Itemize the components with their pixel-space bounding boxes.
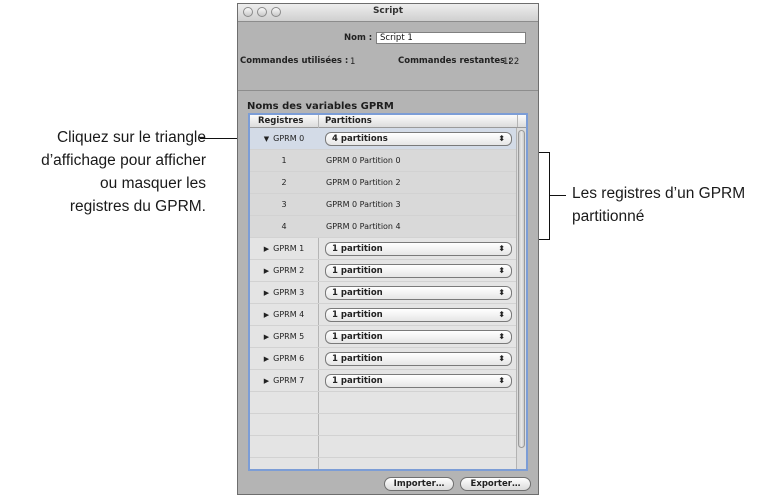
partition-number: 2 [281, 178, 287, 187]
used-commands-label: Commandes utilisées : [240, 56, 349, 66]
popup-arrows-icon: ⬍ [498, 310, 505, 319]
table-row[interactable]: ▶ GPRM 7 1 partition ⬍ [250, 370, 518, 392]
disclosure-triangle-open-icon[interactable]: ▼ [264, 135, 269, 143]
register-cell: ▼ GPRM 0 [250, 128, 318, 150]
callout-left-line: d’affichage pour afficher [41, 152, 206, 169]
partitions-popup-value: 1 partition [332, 310, 383, 320]
name-label: Nom : [344, 33, 373, 43]
disclosure-triangle-closed-icon[interactable]: ▶ [264, 333, 269, 341]
disclosure-triangle-closed-icon[interactable]: ▶ [264, 311, 269, 319]
column-divider [517, 115, 518, 127]
register-name: GPRM 5 [273, 332, 305, 341]
table-row-empty [250, 392, 518, 414]
scrollbar-thumb[interactable] [518, 130, 525, 448]
remaining-commands-label: Commandes restantes : [398, 56, 512, 66]
title-bar[interactable]: Script [238, 4, 538, 22]
partition-number: 1 [281, 156, 287, 165]
callout-left: Cliquez sur le triangle d’affichage pour… [0, 126, 206, 218]
callout-right-line: Les registres d’un GPRM [572, 185, 746, 202]
table-row[interactable]: ▶ GPRM 5 1 partition ⬍ [250, 326, 518, 348]
table-header: Registres Partitions [250, 115, 526, 128]
table-row-empty [250, 414, 518, 436]
register-cell: ▶ GPRM 5 [250, 326, 318, 348]
callout-left-line: ou masquer les [100, 175, 206, 192]
disclosure-triangle-closed-icon[interactable]: ▶ [264, 355, 269, 363]
register-name: GPRM 1 [273, 244, 305, 253]
partitions-popup-value: 1 partition [332, 354, 383, 364]
disclosure-triangle-closed-icon[interactable]: ▶ [264, 245, 269, 253]
partitions-popup-value: 1 partition [332, 244, 383, 254]
import-button[interactable]: Importer… [384, 477, 454, 491]
partitions-popup-value: 1 partition [332, 266, 383, 276]
partition-number: 4 [281, 222, 287, 231]
callout-right: Les registres d’un GPRM partitionné [572, 182, 777, 228]
callout-right-line: partitionné [572, 208, 645, 225]
partition-name[interactable]: GPRM 0 Partition 2 [326, 172, 401, 194]
register-name: GPRM 2 [273, 266, 305, 275]
table-row-empty [250, 436, 518, 458]
register-name: GPRM 6 [273, 354, 305, 363]
popup-arrows-icon: ⬍ [498, 354, 505, 363]
vertical-scrollbar[interactable] [516, 128, 526, 469]
partition-name[interactable]: GPRM 0 Partition 3 [326, 194, 401, 216]
popup-arrows-icon: ⬍ [498, 288, 505, 297]
popup-arrows-icon: ⬍ [498, 134, 505, 143]
popup-arrows-icon: ⬍ [498, 266, 505, 275]
name-field[interactable]: Script 1 [376, 32, 526, 44]
popup-arrows-icon: ⬍ [498, 376, 505, 385]
disclosure-triangle-closed-icon[interactable]: ▶ [264, 289, 269, 297]
used-commands-value: 1 [350, 57, 356, 67]
register-name: GPRM 3 [273, 288, 305, 297]
partitions-popup-value: 4 partitions [332, 134, 388, 144]
partitions-popup[interactable]: 1 partition ⬍ [325, 242, 512, 256]
table-row[interactable]: ▶ GPRM 1 1 partition ⬍ [250, 238, 518, 260]
partitions-popup-value: 1 partition [332, 288, 383, 298]
register-name: GPRM 4 [273, 310, 305, 319]
partitions-popup[interactable]: 4 partitions ⬍ [325, 132, 512, 146]
disclosure-triangle-closed-icon[interactable]: ▶ [264, 377, 269, 385]
remaining-commands-value: 122 [503, 57, 520, 67]
partitions-popup[interactable]: 1 partition ⬍ [325, 352, 512, 366]
popup-arrows-icon: ⬍ [498, 244, 505, 253]
divider [238, 90, 538, 91]
table-row-partition[interactable]: 3 GPRM 0 Partition 3 [250, 194, 518, 216]
section-title: Noms des variables GPRM [247, 101, 394, 112]
table-row-partition[interactable]: 1 GPRM 0 Partition 0 [250, 150, 518, 172]
register-cell: ▶ GPRM 1 [250, 238, 318, 260]
partition-number: 3 [281, 200, 287, 209]
register-cell: ▶ GPRM 4 [250, 304, 318, 326]
gprm-table[interactable]: Registres Partitions ▼ GPRM 0 4 partition… [248, 113, 528, 471]
register-cell: ▶ GPRM 7 [250, 370, 318, 392]
table-row[interactable]: ▶ GPRM 3 1 partition ⬍ [250, 282, 518, 304]
column-header-partitions[interactable]: Partitions [325, 115, 372, 127]
table-row[interactable]: ▶ GPRM 4 1 partition ⬍ [250, 304, 518, 326]
partition-name[interactable]: GPRM 0 Partition 0 [326, 150, 401, 172]
table-row-partition[interactable]: 2 GPRM 0 Partition 2 [250, 172, 518, 194]
register-cell: ▶ GPRM 3 [250, 282, 318, 304]
export-button[interactable]: Exporter… [460, 477, 531, 491]
register-cell: ▶ GPRM 6 [250, 348, 318, 370]
script-window: Script Nom : Script 1 Commandes utilisée… [237, 3, 539, 495]
table-row[interactable]: ▶ GPRM 6 1 partition ⬍ [250, 348, 518, 370]
table-row[interactable]: ▶ GPRM 2 1 partition ⬍ [250, 260, 518, 282]
register-cell: ▶ GPRM 2 [250, 260, 318, 282]
register-name: GPRM 0 [273, 134, 305, 143]
partitions-popup[interactable]: 1 partition ⬍ [325, 330, 512, 344]
partitions-popup[interactable]: 1 partition ⬍ [325, 308, 512, 322]
column-header-registers[interactable]: Registres [258, 115, 303, 127]
register-name: GPRM 7 [273, 376, 305, 385]
partitions-popup[interactable]: 1 partition ⬍ [325, 374, 512, 388]
partitions-popup[interactable]: 1 partition ⬍ [325, 264, 512, 278]
disclosure-triangle-closed-icon[interactable]: ▶ [264, 267, 269, 275]
table-row-partition[interactable]: 4 GPRM 0 Partition 4 [250, 216, 518, 238]
partition-name[interactable]: GPRM 0 Partition 4 [326, 216, 401, 238]
partitions-popup[interactable]: 1 partition ⬍ [325, 286, 512, 300]
callout-left-line: Cliquez sur le triangle [56, 129, 206, 146]
partitions-popup-value: 1 partition [332, 332, 383, 342]
callout-left-line: registres du GPRM. [69, 198, 206, 215]
popup-arrows-icon: ⬍ [498, 332, 505, 341]
table-row-expanded[interactable]: ▼ GPRM 0 4 partitions ⬍ [250, 128, 518, 150]
partitions-popup-value: 1 partition [332, 376, 383, 386]
window-title: Script [372, 6, 404, 16]
